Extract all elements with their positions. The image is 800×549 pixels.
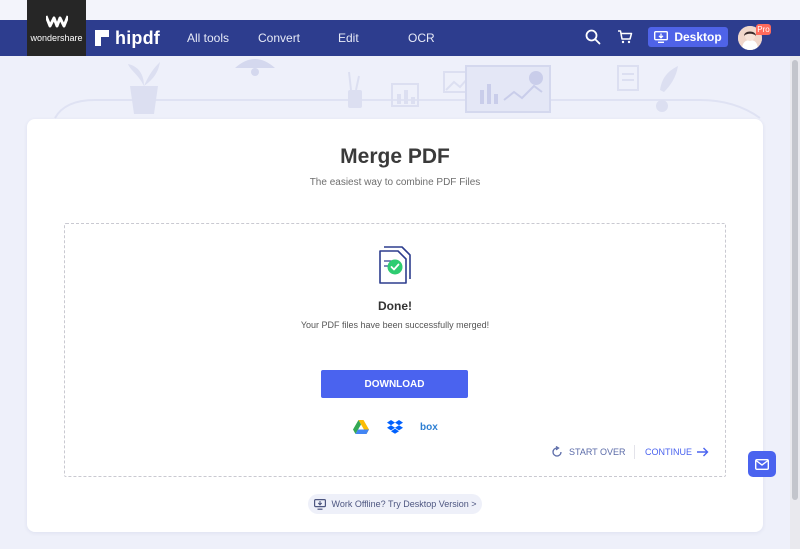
cart-icon[interactable]	[617, 29, 633, 45]
desktop-download-icon	[654, 31, 669, 43]
banner-illustration	[54, 59, 761, 119]
desktop-download-icon	[313, 498, 326, 510]
wondershare-text: wondershare	[30, 33, 83, 43]
wondershare-logo-icon	[46, 15, 68, 28]
merged-file-success-icon	[379, 246, 411, 284]
page-subtitle: The easiest way to combine PDF Files	[309, 177, 481, 188]
search-icon[interactable]	[585, 29, 601, 45]
desktop-button[interactable]: Desktop	[648, 27, 728, 47]
desktop-button-label: Desktop	[674, 30, 722, 44]
scrollbar-thumb[interactable]	[792, 60, 798, 500]
mail-icon	[755, 458, 769, 470]
status-message: Your PDF files have been successfully me…	[300, 320, 490, 330]
work-offline-label: Work Offline? Try Desktop Version >	[331, 499, 477, 509]
wondershare-logo[interactable]: wondershare	[27, 0, 86, 56]
hipdf-logo-icon	[95, 30, 109, 46]
start-over-label: START OVER	[569, 447, 626, 457]
nav-convert[interactable]: Convert	[258, 31, 300, 45]
hipdf-logo-text: hipdf	[115, 27, 160, 48]
continue-button[interactable]: CONTINUE	[645, 445, 709, 459]
dropbox-icon[interactable]	[387, 420, 403, 434]
continue-label: CONTINUE	[645, 447, 692, 457]
box-icon[interactable]: box	[420, 422, 438, 433]
google-drive-icon[interactable]	[353, 420, 369, 434]
status-title: Done!	[378, 299, 412, 313]
hipdf-logo[interactable]: hipdf	[95, 27, 160, 49]
start-over-button[interactable]: START OVER	[551, 445, 626, 459]
pro-badge: Pro	[756, 24, 771, 35]
page-title: Merge PDF	[340, 145, 450, 168]
action-divider	[634, 445, 635, 459]
feedback-button[interactable]	[748, 451, 776, 477]
vertical-scrollbar[interactable]	[790, 56, 800, 549]
nav-ocr[interactable]: OCR	[408, 31, 435, 45]
nav-edit[interactable]: Edit	[338, 31, 359, 45]
top-strip	[0, 0, 800, 20]
nav-all-tools[interactable]: All tools	[187, 31, 229, 45]
work-offline-link[interactable]: Work Offline? Try Desktop Version >	[308, 494, 482, 514]
download-button[interactable]: DOWNLOAD	[321, 370, 468, 398]
arrow-right-icon	[697, 447, 709, 457]
refresh-icon	[552, 446, 562, 457]
